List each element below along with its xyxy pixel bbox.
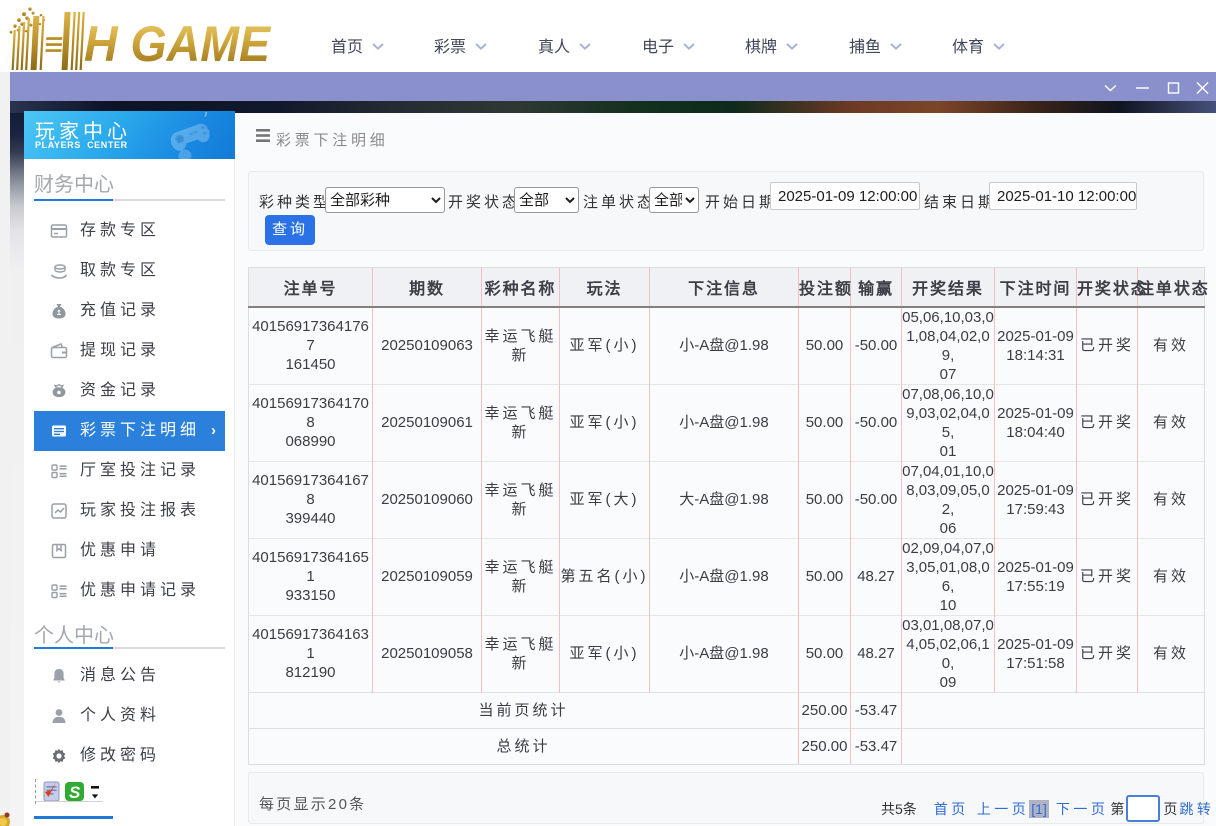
svg-text:H GAME: H GAME xyxy=(84,16,272,72)
svg-text:S: S xyxy=(69,783,81,802)
